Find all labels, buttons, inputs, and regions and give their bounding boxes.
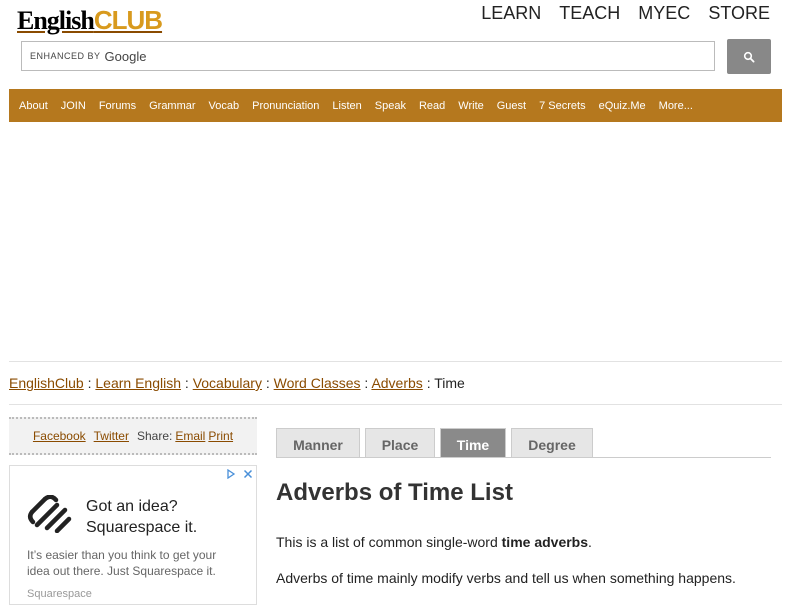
breadcrumb-englishclub[interactable]: EnglishClub [9,375,84,391]
ad-headline: Got an idea? Squarespace it. [86,496,197,538]
tab-degree[interactable]: Degree [511,428,593,457]
nav-guest[interactable]: Guest [497,100,526,112]
adchoices-controls[interactable] [226,468,253,480]
nav-write[interactable]: Write [458,100,483,112]
breadcrumb-learn-english[interactable]: Learn English [95,375,181,391]
tab-place[interactable]: Place [365,428,435,457]
nav-pronunciation[interactable]: Pronunciation [252,100,319,112]
divider-bottom [9,404,782,405]
nav-speak[interactable]: Speak [375,100,406,112]
breadcrumb-separator: : [426,375,431,391]
top-bar: English CLUB LEARN TEACH MYEC STORE [0,0,792,40]
topnav-store[interactable]: STORE [708,3,770,24]
breadcrumb-separator: : [184,375,189,391]
nav-vocab[interactable]: Vocab [209,100,240,112]
ad-headline-line1: Got an idea? [86,498,178,515]
englishclub-logo[interactable]: English CLUB [17,0,163,36]
tab-manner[interactable]: Manner [276,428,360,457]
sidebar-ad[interactable]: Got an idea? Squarespace it. It’s easier… [9,465,257,605]
ad-headline-line2: Squarespace it. [86,519,198,536]
breadcrumb-vocabulary[interactable]: Vocabulary [193,375,262,391]
share-facebook-link[interactable]: Facebook [33,429,86,443]
intro-paragraph: This is a list of common single-word tim… [276,534,592,550]
nav-equiz[interactable]: eQuiz.Me [599,100,646,112]
ad-body: It’s easier than you think to get your i… [27,547,252,579]
topnav-teach[interactable]: TEACH [559,3,620,24]
share-email-link[interactable]: Email [175,429,205,443]
breadcrumb-adverbs[interactable]: Adverbs [371,375,422,391]
search-icon [743,51,755,63]
share-twitter-link[interactable]: Twitter [94,429,129,443]
breadcrumb: EnglishClub : Learn English : Vocabulary… [9,375,465,391]
top-nav: LEARN TEACH MYEC STORE [481,3,770,24]
breadcrumb-current: Time [434,375,465,391]
share-label: Share: [136,429,173,443]
breadcrumb-separator: : [87,375,92,391]
nav-listen[interactable]: Listen [332,100,361,112]
ad-body-line1: It’s easier than you think to get your [27,548,217,562]
logo-club-text: CLUB [93,5,163,35]
share-bar: Facebook Twitter Share: Email Print [9,417,257,455]
banner-ad-space [9,122,782,360]
nav-7-secrets[interactable]: 7 Secrets [539,100,585,112]
nav-about[interactable]: About [19,100,48,112]
squarespace-logo-icon [28,495,72,533]
nav-join[interactable]: JOIN [61,100,86,112]
adverb-type-tabs: Manner Place Time Degree [276,428,771,458]
intro-end-text: . [588,534,592,550]
ad-body-line2: idea out there. Just Squarespace it. [27,564,216,578]
nav-forums[interactable]: Forums [99,100,136,112]
ad-brand: Squarespace [27,588,92,600]
divider-top [9,361,782,362]
intro-text: This is a list of common single-word [276,534,502,550]
topnav-myec[interactable]: MYEC [638,3,690,24]
tab-time[interactable]: Time [440,428,506,457]
search-button[interactable] [727,39,771,74]
adchoices-icon[interactable] [226,468,236,480]
share-print-link[interactable]: Print [208,429,233,443]
close-icon[interactable] [243,469,253,479]
breadcrumb-separator: : [364,375,369,391]
intro-bold-text: time adverbs [501,534,589,550]
breadcrumb-word-classes[interactable]: Word Classes [274,375,361,391]
search-box[interactable]: ENHANCED BY Google [21,41,715,71]
nav-grammar[interactable]: Grammar [149,100,195,112]
nav-read[interactable]: Read [419,100,445,112]
logo-english-text: English [17,6,95,35]
topnav-learn[interactable]: LEARN [481,3,541,24]
main-nav: About JOIN Forums Grammar Vocab Pronunci… [9,89,782,122]
breadcrumb-separator: : [265,375,270,391]
page-title: Adverbs of Time List [276,479,513,506]
description-paragraph: Adverbs of time mainly modify verbs and … [276,570,736,586]
nav-more[interactable]: More... [659,100,693,112]
